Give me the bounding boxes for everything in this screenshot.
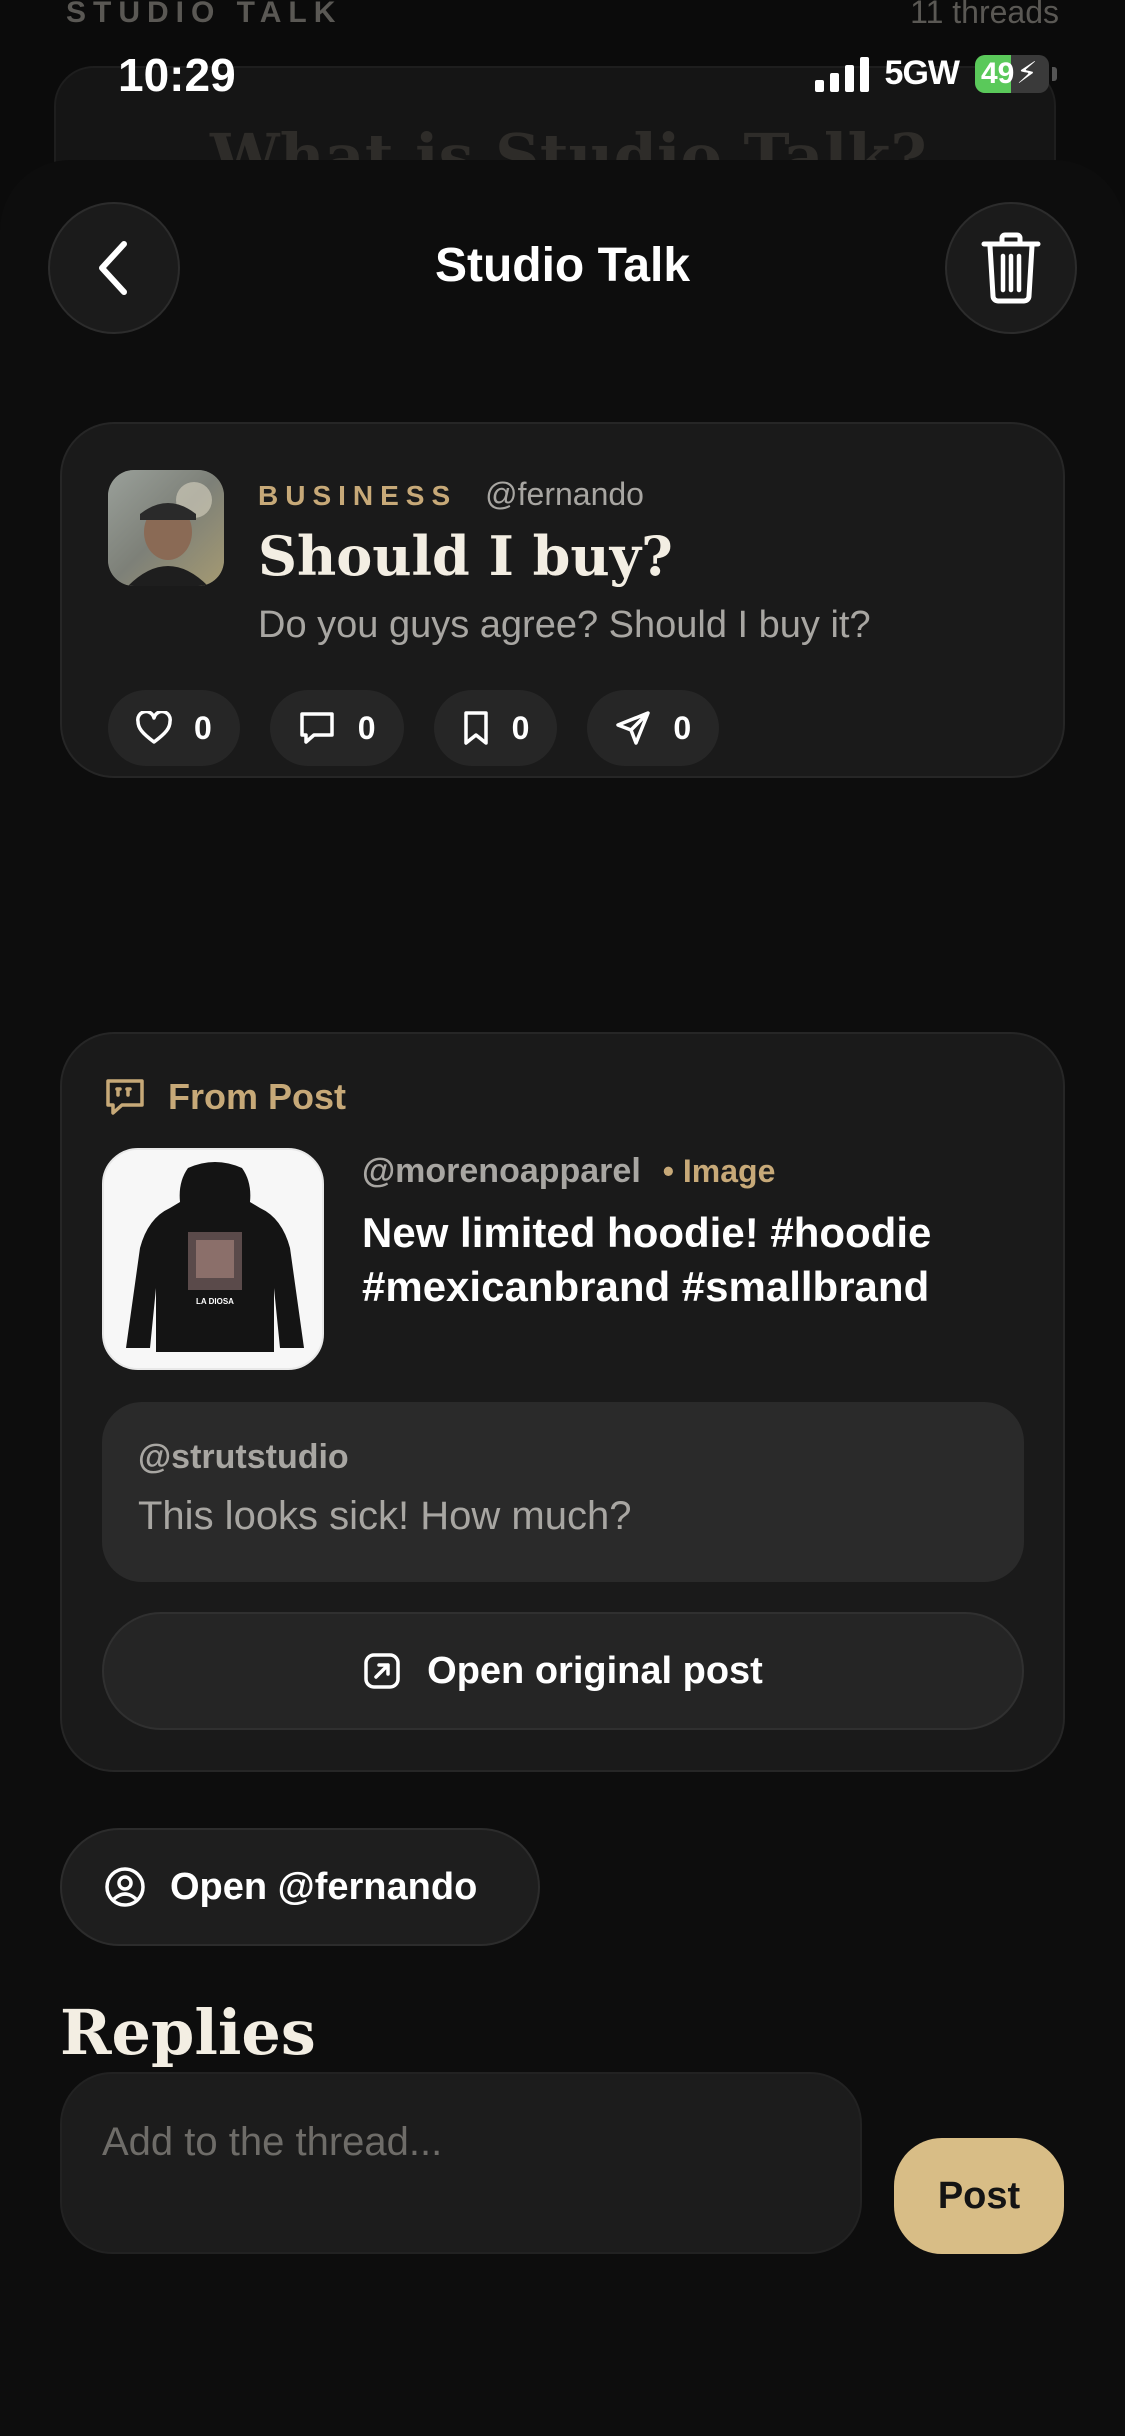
battery-percent: 49 (981, 56, 1015, 90)
avatar[interactable] (108, 470, 224, 586)
trash-icon (981, 232, 1041, 304)
share-count: 0 (673, 709, 692, 746)
post-reply-label: Post (937, 2174, 1021, 2217)
like-button[interactable]: 0 (108, 690, 240, 766)
send-icon (616, 711, 651, 745)
thread-card: BUSINESS @fernando Should I buy? Do you … (60, 422, 1065, 778)
post-caption: New limited hoodie! #hoodie #mexicanbran… (362, 1209, 932, 1310)
user-circle-icon (105, 1867, 145, 1907)
background-section-label: STUDIO TALK (66, 0, 343, 29)
reply-input[interactable] (102, 2120, 822, 2165)
battery-icon: 49 ⚡ (975, 54, 1057, 93)
open-profile-button[interactable]: Open @fernando (60, 1828, 540, 1946)
bookmark-icon (463, 711, 488, 745)
thread-meta: BUSINESS @fernando (258, 476, 644, 513)
quoted-comment: @strutstudio This looks sick! How much? (102, 1402, 1024, 1582)
bookmark-count: 0 (511, 709, 530, 746)
from-post-card: From Post LA DIOSA @morenoapparel • Imag… (60, 1032, 1065, 1772)
charging-bolt-icon: ⚡ (1016, 57, 1038, 90)
quote-bubble-icon (106, 1079, 144, 1115)
thread-actions: 0 0 0 0 (108, 690, 720, 766)
status-time: 10:29 (118, 49, 236, 101)
from-post-header: From Post (104, 1076, 346, 1118)
background-thread-count: 11 threads (910, 0, 1059, 30)
post-thumbnail[interactable]: LA DIOSA (102, 1148, 324, 1370)
network-type: 5GW (884, 54, 960, 92)
share-button[interactable]: 0 (587, 690, 720, 766)
post-type-badge: • Image (662, 1153, 776, 1189)
cellular-signal-icon (814, 56, 869, 92)
bookmark-button[interactable]: 0 (433, 690, 558, 766)
thread-body: Do you guys agree? Should I buy it? (258, 604, 871, 646)
open-original-post-button[interactable]: Open original post (102, 1612, 1024, 1730)
comment-count: 0 (357, 709, 376, 746)
from-post-label: From Post (168, 1076, 347, 1117)
heart-icon (136, 711, 172, 744)
comment-text: This looks sick! How much? (138, 1494, 632, 1538)
thumbnail-print-text: LA DIOSA (196, 1297, 234, 1306)
like-count: 0 (194, 709, 212, 746)
replies-heading: Replies (60, 1996, 316, 2069)
delete-button[interactable] (945, 202, 1077, 334)
post-author-handle[interactable]: @morenoapparel (362, 1152, 641, 1191)
post-meta: @morenoapparel • Image (362, 1152, 775, 1191)
author-handle[interactable]: @fernando (485, 476, 644, 513)
external-link-icon (364, 1653, 400, 1689)
thread-title: Should I buy? (258, 524, 673, 588)
comment-button[interactable]: 0 (269, 690, 404, 766)
open-profile-label: Open @fernando (170, 1865, 478, 1908)
post-reply-button[interactable]: Post (894, 2138, 1064, 2254)
reply-composer (60, 2072, 862, 2254)
category-label: BUSINESS (258, 480, 458, 511)
status-indicators: 5GW 49 ⚡ (814, 54, 1057, 93)
comment-icon (300, 712, 334, 744)
open-original-post-label: Open original post (427, 1649, 763, 1692)
comment-author-handle: @strutstudio (138, 1438, 349, 1476)
